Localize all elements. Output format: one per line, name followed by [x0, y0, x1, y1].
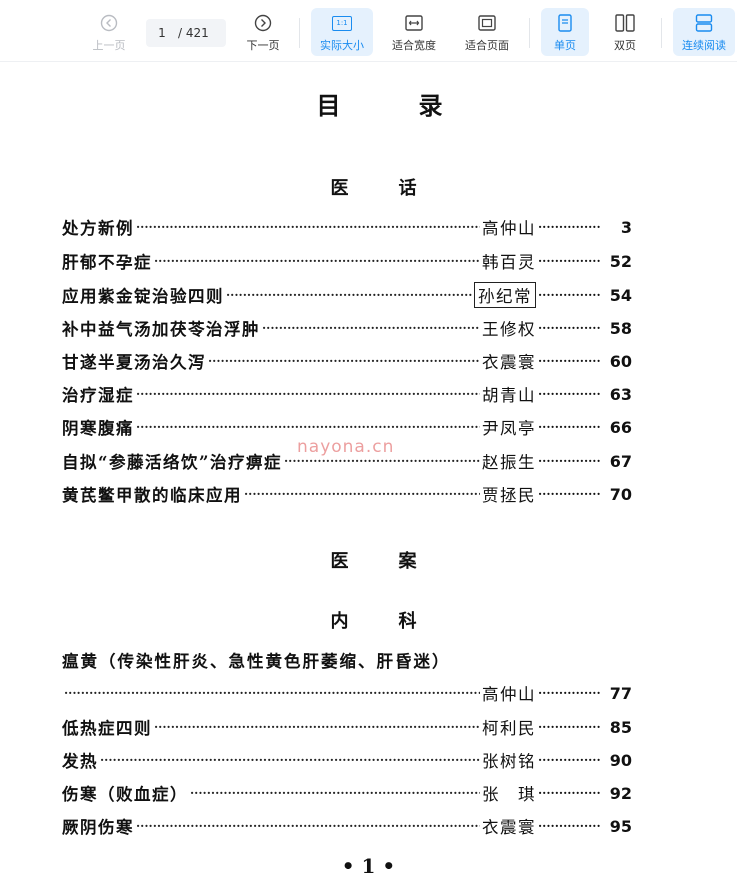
document-page: 目录 医话 处方新例 高仲山 3 肝郁不孕症 韩百灵 52 应用紫金锭治验四则 …	[0, 62, 737, 893]
watermark: nayona.cn	[297, 437, 395, 457]
toc-entry[interactable]: 应用紫金锭治验四则 孙纪常 54	[62, 282, 632, 308]
fit-page-button[interactable]: 适合页面	[458, 8, 516, 56]
toc-entry-title: 补中益气汤加茯苓治浮肿	[62, 320, 260, 339]
toc-entry[interactable]: 低热症四则 柯利民 85	[62, 714, 632, 740]
toc-entry-page: 60	[609, 351, 632, 371]
subsection-heading: 内科	[330, 611, 467, 632]
toc-entry-title: 自拟“参藤活络饮”治疗痹症	[62, 453, 282, 472]
toc-entry[interactable]: 厥阴伤寒 衣震寰 95	[62, 813, 632, 839]
double-page-icon	[615, 12, 635, 34]
toc-long-title[interactable]: 瘟黄（传染性肝炎、急性黄色肝萎缩、肝昏迷）	[62, 648, 451, 672]
continuous-read-icon	[695, 12, 713, 34]
toc-entry-author: 孙纪常	[474, 282, 536, 308]
chevron-left-circle-icon	[100, 12, 118, 34]
toc-entry-page: 85	[609, 717, 632, 737]
toc-entry-title: 厥阴伤寒	[62, 818, 134, 837]
toc-entry[interactable]: 发热 张树铭 90	[62, 747, 632, 773]
toc-entry[interactable]: 高仲山 77	[62, 680, 632, 706]
toc-entry-title: 肝郁不孕症	[62, 253, 152, 272]
toc-entry-page: 70	[609, 484, 632, 504]
continuous-read-button[interactable]: 连续阅读	[673, 8, 735, 56]
chevron-right-circle-icon	[254, 12, 272, 34]
toc-entry-author: 尹凤亭	[482, 419, 536, 438]
toc-entry-title: 伤寒（败血症）	[62, 785, 188, 804]
toc-entry[interactable]: 处方新例 高仲山 3	[62, 214, 632, 240]
toc-entry-title: 治疗湿症	[62, 386, 134, 405]
toc-entry-title: 发热	[62, 752, 98, 771]
current-page[interactable]: 1	[146, 26, 178, 40]
toc-entry-page: 3	[620, 217, 632, 237]
prev-page-label: 上一页	[92, 39, 126, 52]
toc-entry[interactable]: 肝郁不孕症 韩百灵 52	[62, 248, 632, 274]
toc-entry-page: 67	[609, 451, 632, 471]
next-page-label: 下一页	[246, 39, 280, 52]
single-page-label: 单页	[554, 39, 576, 52]
next-page-button[interactable]: 下一页	[240, 8, 286, 56]
fit-width-icon	[405, 12, 423, 34]
toc-entry-author: 张 琪	[482, 785, 536, 804]
toc-entry-title: 阴寒腹痛	[62, 419, 134, 438]
toc-entry-author: 胡青山	[482, 386, 536, 405]
actual-size-button[interactable]: 1:1 实际大小	[311, 8, 373, 56]
toc-entry-title: 应用紫金锭治验四则	[62, 287, 224, 306]
toolbar-divider	[529, 18, 530, 48]
toc-entry-title: 黄芪鳖甲散的临床应用	[62, 486, 242, 505]
toc-entry-page: 58	[609, 318, 632, 338]
toc-entry-page: 95	[609, 816, 632, 836]
toc-entry-page: 54	[609, 285, 632, 305]
toc-entry[interactable]: 甘遂半夏汤治久泻 衣震寰 60	[62, 348, 632, 374]
toc-entry-title: 低热症四则	[62, 719, 152, 738]
toc-entry-author: 高仲山	[482, 685, 536, 704]
toc-entry-page: 77	[609, 683, 632, 703]
toc-entry-page: 92	[609, 783, 632, 803]
double-page-button[interactable]: 双页	[602, 8, 648, 56]
total-pages: / 421	[178, 26, 209, 40]
toc-entry[interactable]: 补中益气汤加茯苓治浮肿 王修权 58	[62, 315, 632, 341]
toc-entry[interactable]: 治疗湿症 胡青山 63	[62, 381, 632, 407]
toc-entry-page: 66	[609, 417, 632, 437]
toc-entry-author: 贾拯民	[482, 486, 536, 505]
fit-page-icon	[478, 12, 496, 34]
page-title: 目录	[316, 92, 521, 120]
page-footer-number: • 1 •	[341, 854, 396, 878]
page-number-input[interactable]: 1 / 421	[146, 19, 226, 47]
actual-size-icon: 1:1	[332, 12, 352, 34]
toc-entry-page: 90	[609, 750, 632, 770]
toolbar-divider	[661, 18, 662, 48]
toc-entry-author: 张树铭	[482, 752, 536, 771]
fit-page-label: 适合页面	[465, 39, 509, 52]
toc-entry[interactable]: 伤寒（败血症） 张 琪 92	[62, 780, 632, 806]
toc-entry-title: 处方新例	[62, 219, 134, 238]
toc-entry-author: 衣震寰	[482, 818, 536, 837]
fit-width-label: 适合宽度	[392, 39, 436, 52]
toc-entry-author: 王修权	[482, 320, 536, 339]
section-heading: 医案	[330, 551, 467, 572]
toc-entry-author: 赵振生	[482, 453, 536, 472]
fit-width-button[interactable]: 适合宽度	[386, 8, 442, 56]
toc-entry-page: 63	[609, 384, 632, 404]
actual-size-label: 实际大小	[320, 39, 364, 52]
toc-entry[interactable]: 黄芪鳖甲散的临床应用 贾拯民 70	[62, 481, 632, 507]
prev-page-button[interactable]: 上一页	[86, 8, 132, 56]
double-page-label: 双页	[614, 39, 636, 52]
toolbar-divider	[299, 18, 300, 48]
toc-entry-title: 甘遂半夏汤治久泻	[62, 353, 206, 372]
toc-entry-author: 高仲山	[482, 219, 536, 238]
continuous-read-label: 连续阅读	[682, 39, 726, 52]
toc-entry-page: 52	[609, 251, 632, 271]
single-page-button[interactable]: 单页	[541, 8, 589, 56]
viewer-toolbar: 上一页 1 / 421 下一页 1:1 实际大小 适合宽度 适合页面 单页 双页…	[0, 0, 737, 62]
toc-entry-author: 韩百灵	[482, 253, 536, 272]
toc-entry-author: 衣震寰	[482, 353, 536, 372]
section-heading: 医话	[330, 178, 467, 199]
toc-entry-author: 柯利民	[482, 719, 536, 738]
single-page-icon	[558, 12, 572, 34]
